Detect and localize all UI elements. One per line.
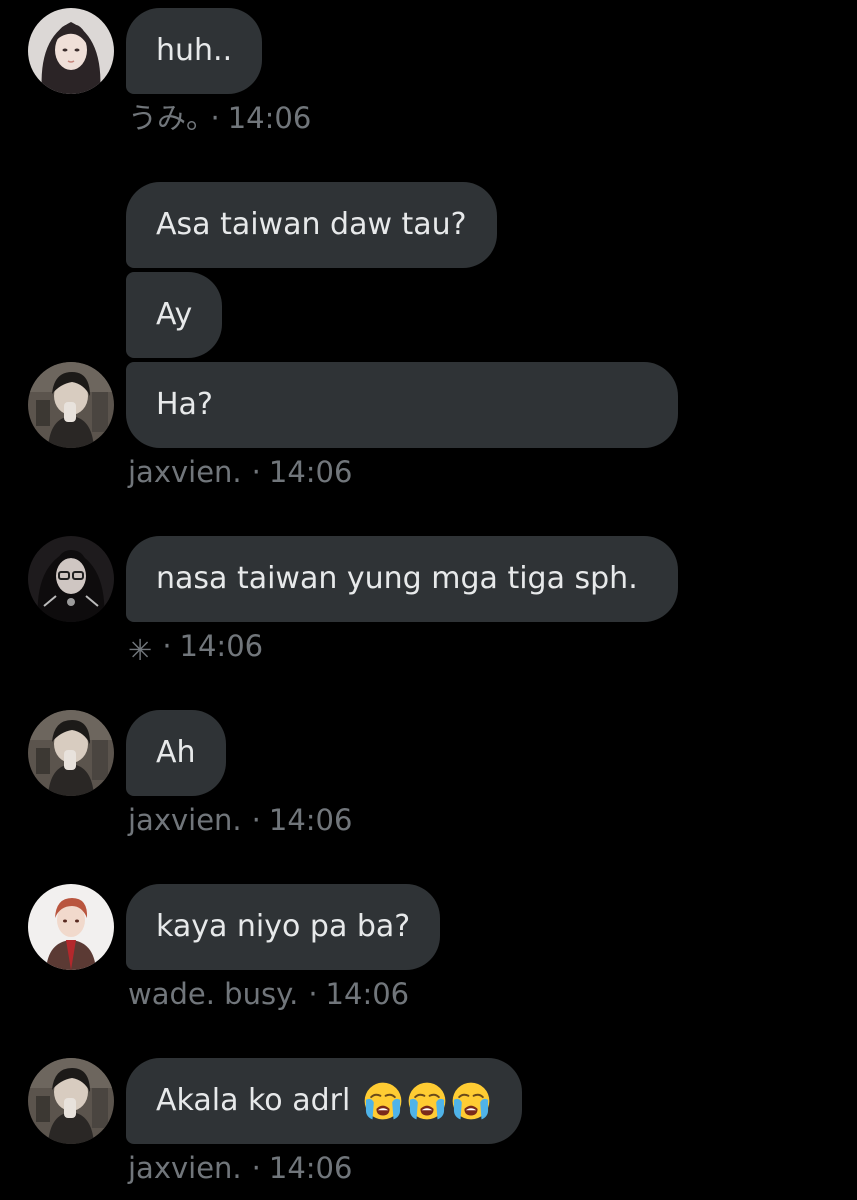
message-bubble[interactable]: Ha? [126,362,678,448]
message-meta: jaxvien. · 14:06 [128,806,352,835]
meta-separator: · [251,803,261,837]
message-text: nasa taiwan yung mga tiga sph. [156,561,638,596]
meta-separator: · [162,629,172,663]
message-bubble[interactable]: Asa taiwan daw tau? [126,182,497,268]
avatar-boy-dark-hair-icon [28,710,114,796]
message-time: 14:06 [227,101,312,135]
avatar[interactable] [28,536,114,622]
message-text: kaya niyo pa ba? [156,909,411,944]
avatar-boy-dark-hair-icon [28,1058,114,1144]
sender-name[interactable]: ✳ [128,636,152,665]
message-time: 14:06 [268,455,353,489]
message-text: Asa taiwan daw tau? [156,207,467,242]
message-text: Ha? [156,387,213,422]
avatar[interactable] [28,362,114,448]
sender-name[interactable]: jaxvien. [128,803,242,837]
message-meta: ✳ · 14:06 [128,632,263,665]
avatar-girl-glasses-icon [28,536,114,622]
message-text: Ay [156,297,193,332]
message-text: huh.. [156,33,233,68]
emoji-group [362,1080,492,1122]
message-meta: jaxvien. · 14:06 [128,1154,352,1183]
message-bubble[interactable]: Ah [126,710,226,796]
loudly-crying-face-icon [362,1080,404,1122]
avatar-anime-red-hair-icon [28,884,114,970]
avatar[interactable] [28,884,114,970]
loudly-crying-face-icon [406,1080,448,1122]
sender-name[interactable]: wade. busy. [128,977,298,1011]
loudly-crying-face-icon [450,1080,492,1122]
avatar[interactable] [28,8,114,94]
message-meta: うみ。 · 14:06 [128,104,311,133]
meta-separator: · [251,1151,261,1185]
avatar-boy-dark-hair-icon [28,362,114,448]
avatar-girl-dark-hair-icon [28,8,114,94]
message-bubble[interactable]: nasa taiwan yung mga tiga sph. [126,536,678,622]
message-meta: jaxvien. · 14:06 [128,458,352,487]
message-meta: wade. busy. · 14:06 [128,980,409,1009]
message-time: 14:06 [268,1151,353,1185]
message-bubble[interactable]: kaya niyo pa ba? [126,884,441,970]
sender-name[interactable]: うみ。 [128,101,201,135]
meta-separator: · [251,455,261,489]
sender-name[interactable]: jaxvien. [128,1151,242,1185]
message-time: 14:06 [268,803,353,837]
message-time: 14:06 [325,977,410,1011]
message-bubble[interactable]: Ay [126,272,223,358]
message-time: 14:06 [179,629,264,663]
meta-separator: · [308,977,318,1011]
meta-separator: · [210,101,220,135]
avatar[interactable] [28,710,114,796]
avatar[interactable] [28,1058,114,1144]
message-text: Akala ko adrl [156,1083,351,1118]
sender-name[interactable]: jaxvien. [128,455,242,489]
message-bubble[interactable]: huh.. [126,8,263,94]
message-bubble[interactable]: Akala ko adrl [126,1058,523,1144]
message-text: Ah [156,735,196,770]
